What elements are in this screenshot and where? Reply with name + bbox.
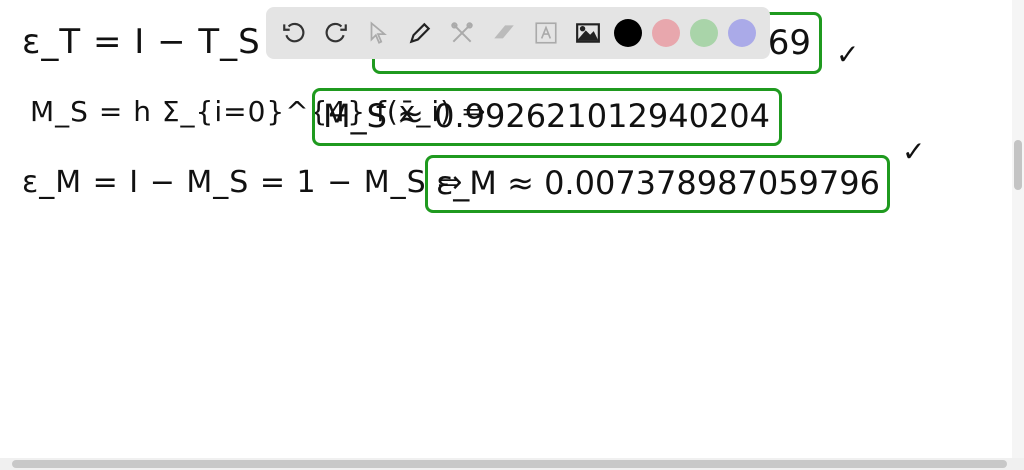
checkmark-icon: ✓: [902, 135, 926, 168]
vertical-scrollbar[interactable]: [1012, 0, 1024, 458]
midpoint-sum-result: M_S ≈ 0.99262101294020​4: [312, 88, 782, 146]
equation-midpoint-error: ε_M = I − M_S = 1 − M_S ⇒: [22, 165, 464, 200]
undo-icon[interactable]: [278, 17, 310, 49]
redo-icon[interactable]: [320, 17, 352, 49]
checkmark-icon: ✓: [836, 38, 860, 71]
midpoint-error-result: ε_M ≈ 0.0073789870597​96: [425, 155, 890, 213]
pen-icon[interactable]: [404, 17, 436, 49]
horizontal-scrollbar[interactable]: [0, 458, 1024, 470]
eraser-icon[interactable]: [488, 17, 520, 49]
vertical-scroll-thumb[interactable]: [1014, 140, 1022, 190]
color-pink[interactable]: [652, 19, 680, 47]
image-icon[interactable]: [572, 17, 604, 49]
color-lavender[interactable]: [728, 19, 756, 47]
color-black[interactable]: [614, 19, 642, 47]
drawing-toolbar: [266, 7, 770, 59]
tools-icon[interactable]: [446, 17, 478, 49]
color-green[interactable]: [690, 19, 718, 47]
horizontal-scroll-thumb[interactable]: [12, 460, 1007, 468]
text-icon[interactable]: [530, 17, 562, 49]
select-icon[interactable]: [362, 17, 394, 49]
